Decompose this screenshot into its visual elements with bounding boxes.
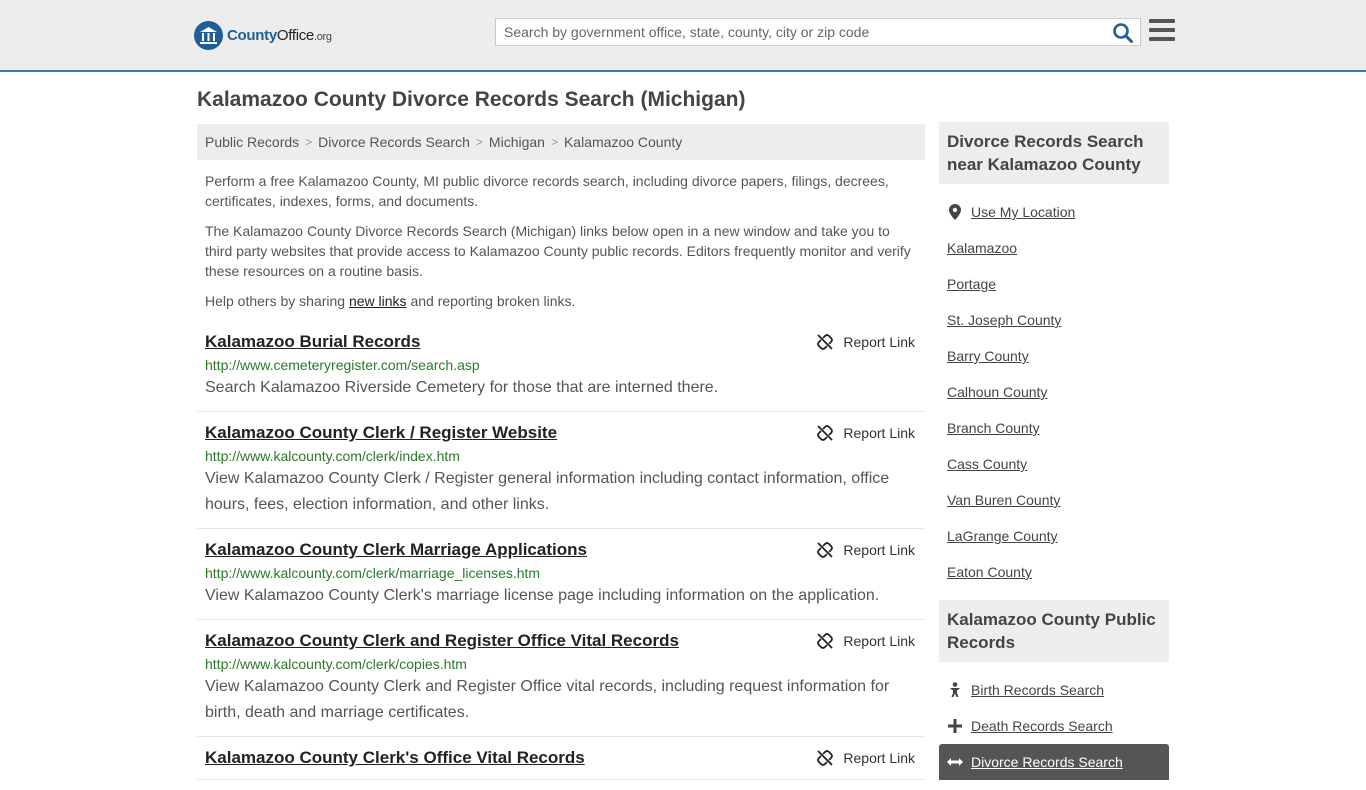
result-title-link[interactable]: Kalamazoo County Clerk's Office Vital Re… bbox=[205, 747, 917, 769]
cross-icon bbox=[947, 719, 963, 733]
result-title-link[interactable]: Kalamazoo Burial Records bbox=[205, 331, 917, 353]
result-url[interactable]: http://www.kalcounty.com/clerk/marriage_… bbox=[205, 563, 917, 583]
broken-link-icon bbox=[817, 542, 834, 558]
countyoffice-logo[interactable]: CountyOffice.org bbox=[194, 20, 332, 50]
report-link-button[interactable]: Report Link bbox=[817, 747, 915, 769]
result-item: Kalamazoo County Clerk / Register Websit… bbox=[197, 422, 925, 529]
breadcrumb: Public Records > Divorce Records Search … bbox=[197, 124, 925, 160]
intro-paragraph: The Kalamazoo County Divorce Records Sea… bbox=[205, 223, 911, 279]
nearby-link[interactable]: St. Joseph County bbox=[947, 312, 1061, 328]
hamburger-menu-icon[interactable] bbox=[1149, 19, 1175, 43]
result-title-link[interactable]: Kalamazoo County Clerk / Register Websit… bbox=[205, 422, 917, 444]
breadcrumb-item-kalamazoo-county[interactable]: Kalamazoo County bbox=[564, 134, 682, 150]
nearby-link[interactable]: Van Buren County bbox=[947, 492, 1060, 508]
sidebar-item-eaton-county[interactable]: Eaton County bbox=[947, 554, 1169, 590]
split-arrows-icon bbox=[947, 756, 963, 768]
nearby-link[interactable]: Eaton County bbox=[947, 564, 1032, 580]
sidebar-item-birth-records[interactable]: Birth Records Search bbox=[947, 672, 1169, 708]
nearby-link[interactable]: Calhoun County bbox=[947, 384, 1047, 400]
nearby-link[interactable]: Portage bbox=[947, 276, 996, 292]
use-my-location-item[interactable]: Use My Location bbox=[947, 194, 1169, 230]
use-my-location-link[interactable]: Use My Location bbox=[971, 204, 1075, 220]
broken-link-icon bbox=[817, 334, 834, 350]
breadcrumb-item-public-records[interactable]: Public Records bbox=[205, 134, 299, 150]
new-links-link[interactable]: new links bbox=[349, 293, 407, 309]
report-link-button[interactable]: Report Link bbox=[817, 331, 915, 353]
nearby-list: Use My Location Kalamazoo Portage St. Jo… bbox=[939, 184, 1169, 590]
sidebar: Divorce Records Search near Kalamazoo Co… bbox=[939, 122, 1169, 790]
broken-link-icon bbox=[817, 633, 834, 649]
result-title-link[interactable]: Kalamazoo County Clerk Marriage Applicat… bbox=[205, 539, 917, 561]
public-records-heading: Kalamazoo County Public Records bbox=[939, 600, 1169, 662]
map-pin-icon bbox=[947, 204, 963, 220]
sidebar-item-portage[interactable]: Portage bbox=[947, 266, 1169, 302]
report-link-button[interactable]: Report Link bbox=[817, 539, 915, 561]
public-records-list: Birth Records Search Death Records Searc… bbox=[939, 662, 1169, 780]
sidebar-item-kalamazoo[interactable]: Kalamazoo bbox=[947, 230, 1169, 266]
search-button[interactable] bbox=[1112, 22, 1134, 44]
main-content: Public Records > Divorce Records Search … bbox=[197, 124, 925, 790]
report-link-button[interactable]: Report Link bbox=[817, 630, 915, 652]
search-icon bbox=[1113, 23, 1133, 43]
sidebar-item-death-records[interactable]: Death Records Search bbox=[947, 708, 1169, 744]
sidebar-item-barry-county[interactable]: Barry County bbox=[947, 338, 1169, 374]
site-search bbox=[495, 18, 1141, 46]
broken-link-icon bbox=[817, 750, 834, 766]
page-title: Kalamazoo County Divorce Records Search … bbox=[197, 88, 746, 111]
sidebar-item-lagrange-county[interactable]: LaGrange County bbox=[947, 518, 1169, 554]
result-description: View Kalamazoo County Clerk's marriage l… bbox=[205, 587, 880, 604]
result-item: Kalamazoo County Clerk Marriage Applicat… bbox=[197, 539, 925, 620]
result-item: Kalamazoo Burial Records Report Link htt… bbox=[197, 331, 925, 412]
sidebar-item-st-joseph-county[interactable]: St. Joseph County bbox=[947, 302, 1169, 338]
result-description: View Kalamazoo County Clerk and Register… bbox=[205, 678, 890, 721]
nearby-link[interactable]: LaGrange County bbox=[947, 528, 1058, 544]
search-input[interactable] bbox=[496, 19, 1106, 45]
results-list: Kalamazoo Burial Records Report Link htt… bbox=[197, 331, 925, 780]
broken-link-icon bbox=[817, 425, 834, 441]
result-url[interactable]: http://www.kalcounty.com/clerk/copies.ht… bbox=[205, 654, 917, 674]
intro-paragraph: Perform a free Kalamazoo County, MI publ… bbox=[205, 173, 889, 209]
chevron-right-icon: > bbox=[550, 135, 558, 149]
result-description: View Kalamazoo County Clerk / Register g… bbox=[205, 470, 890, 513]
birth-records-link[interactable]: Birth Records Search bbox=[971, 682, 1104, 698]
result-title-link[interactable]: Kalamazoo County Clerk and Register Offi… bbox=[205, 630, 917, 652]
result-url[interactable]: http://www.cemeteryregister.com/search.a… bbox=[205, 355, 917, 375]
report-link-button[interactable]: Report Link bbox=[817, 422, 915, 444]
result-item: Kalamazoo County Clerk and Register Offi… bbox=[197, 630, 925, 737]
intro-text: Perform a free Kalamazoo County, MI publ… bbox=[197, 171, 925, 311]
breadcrumb-item-michigan[interactable]: Michigan bbox=[489, 134, 545, 150]
logo-badge-icon bbox=[194, 20, 223, 50]
nearby-link[interactable]: Branch County bbox=[947, 420, 1040, 436]
result-url[interactable]: http://www.kalcounty.com/clerk/index.htm bbox=[205, 446, 917, 466]
nearby-link[interactable]: Cass County bbox=[947, 456, 1027, 472]
sidebar-item-branch-county[interactable]: Branch County bbox=[947, 410, 1169, 446]
death-records-link[interactable]: Death Records Search bbox=[971, 718, 1113, 734]
sidebar-item-van-buren-county[interactable]: Van Buren County bbox=[947, 482, 1169, 518]
nearby-link[interactable]: Barry County bbox=[947, 348, 1029, 364]
chevron-right-icon: > bbox=[475, 135, 483, 149]
sidebar-item-divorce-records[interactable]: Divorce Records Search bbox=[939, 744, 1169, 780]
result-description: Search Kalamazoo Riverside Cemetery for … bbox=[205, 379, 719, 396]
chevron-right-icon: > bbox=[305, 135, 313, 149]
sidebar-item-calhoun-county[interactable]: Calhoun County bbox=[947, 374, 1169, 410]
share-paragraph: Help others by sharing new links and rep… bbox=[205, 293, 576, 309]
nearby-heading: Divorce Records Search near Kalamazoo Co… bbox=[939, 122, 1169, 184]
baby-icon bbox=[947, 682, 963, 698]
result-item: Kalamazoo County Clerk's Office Vital Re… bbox=[197, 747, 925, 780]
sidebar-item-cass-county[interactable]: Cass County bbox=[947, 446, 1169, 482]
nearby-link[interactable]: Kalamazoo bbox=[947, 240, 1017, 256]
logo-wordmark: CountyOffice.org bbox=[227, 26, 332, 44]
top-header: CountyOffice.org bbox=[0, 0, 1366, 72]
breadcrumb-item-divorce-records-search[interactable]: Divorce Records Search bbox=[318, 134, 470, 150]
